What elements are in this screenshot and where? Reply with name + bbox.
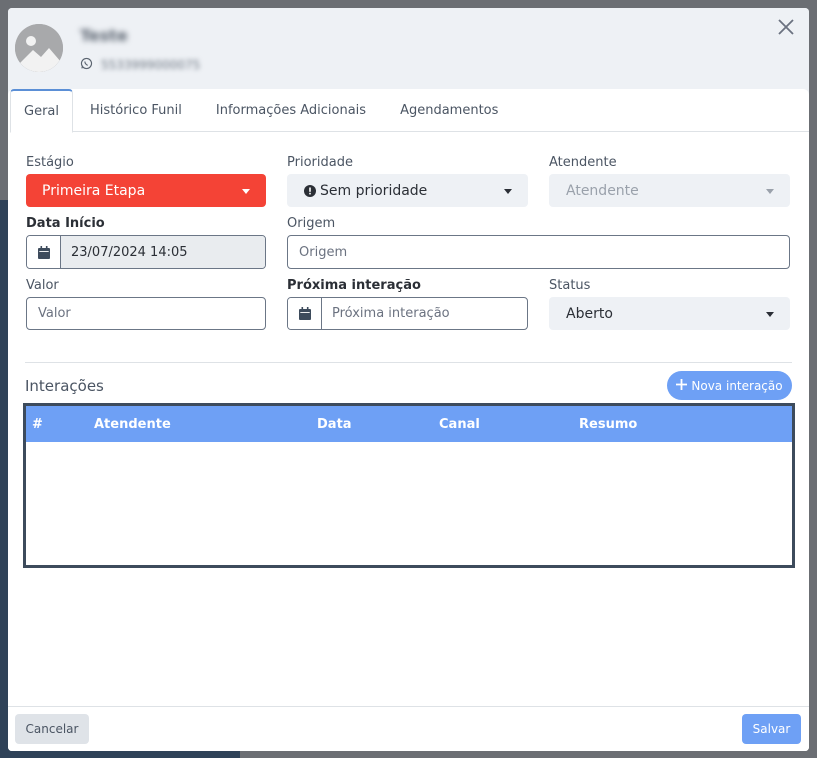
estagio-select[interactable]: Primeira Etapa (26, 174, 266, 207)
estagio-label: Estágio (26, 155, 74, 170)
table-header: # Atendente Data Canal Resumo (26, 406, 792, 442)
contact-phone-row: 5533999000075 (80, 55, 200, 74)
col-header-resumo[interactable]: Resumo (579, 406, 637, 442)
contact-phone: 5533999000075 (101, 57, 201, 72)
calendar-icon[interactable] (288, 298, 322, 329)
calendar-icon[interactable] (27, 236, 61, 268)
interactions-title: Interações (25, 377, 104, 395)
section-divider (25, 362, 792, 363)
data-inicio-value: 23/07/2024 14:05 (61, 236, 265, 268)
estagio-value: Primeira Etapa (42, 182, 146, 199)
atendente-select[interactable]: Atendente (549, 174, 790, 207)
close-icon[interactable] (775, 16, 797, 38)
valor-input[interactable]: Valor (26, 297, 266, 330)
user-avatar-icon (15, 24, 63, 72)
prioridade-label: Prioridade (287, 155, 353, 170)
data-inicio-label: Data Início (26, 216, 105, 231)
tab-informacoes-adicionais[interactable]: Informações Adicionais (199, 89, 383, 132)
caret-down-icon (766, 188, 774, 194)
tab-agendamentos[interactable]: Agendamentos (383, 89, 515, 132)
col-header-atendente[interactable]: Atendente (94, 406, 171, 442)
col-header-canal[interactable]: Canal (439, 406, 480, 442)
proxima-interacao-field[interactable]: Próxima interação (287, 297, 528, 330)
modal-header: Teste 5533999000075 (8, 8, 809, 90)
cancel-button[interactable]: Cancelar (15, 714, 89, 744)
status-value: Aberto (566, 305, 613, 322)
proxima-interacao-input[interactable]: Próxima interação (322, 298, 527, 329)
atendente-label: Atendente (549, 155, 617, 170)
whatsapp-icon (80, 55, 93, 74)
caret-down-icon (766, 311, 774, 317)
new-interaction-label: Nova interação (691, 378, 783, 393)
backdrop-panel (0, 200, 8, 758)
col-header-index[interactable]: # (32, 406, 43, 442)
data-inicio-field[interactable]: 23/07/2024 14:05 (26, 235, 266, 269)
tab-geral[interactable]: Geral (10, 89, 73, 133)
modal-body: Geral Histórico Funil Informações Adicio… (8, 89, 809, 751)
valor-label: Valor (26, 278, 59, 293)
status-select[interactable]: Aberto (549, 297, 790, 330)
col-header-data[interactable]: Data (317, 406, 352, 442)
origem-input[interactable]: Origem (287, 235, 790, 269)
modal-footer: Cancelar Salvar (8, 706, 809, 751)
proxima-interacao-label: Próxima interação (287, 278, 421, 293)
lead-modal: Teste 5533999000075 Geral Histórico Funi… (8, 8, 809, 751)
table-body (26, 442, 792, 565)
contact-name: Teste (80, 26, 128, 45)
new-interaction-button[interactable]: Nova interação (667, 371, 792, 400)
save-button[interactable]: Salvar (742, 714, 801, 744)
caret-down-icon (242, 188, 250, 194)
status-label: Status (549, 278, 591, 293)
prioridade-value: Sem prioridade (320, 182, 428, 199)
origem-label: Origem (287, 216, 336, 231)
caret-down-icon (504, 188, 512, 194)
exclamation-circle-icon (304, 184, 316, 197)
atendente-placeholder: Atendente (566, 182, 639, 199)
interactions-table: # Atendente Data Canal Resumo (23, 403, 795, 568)
tab-historico-funil[interactable]: Histórico Funil (73, 89, 199, 132)
plus-icon (676, 378, 688, 393)
tab-bar: Geral Histórico Funil Informações Adicio… (10, 89, 809, 133)
prioridade-select[interactable]: Sem prioridade (287, 174, 528, 207)
